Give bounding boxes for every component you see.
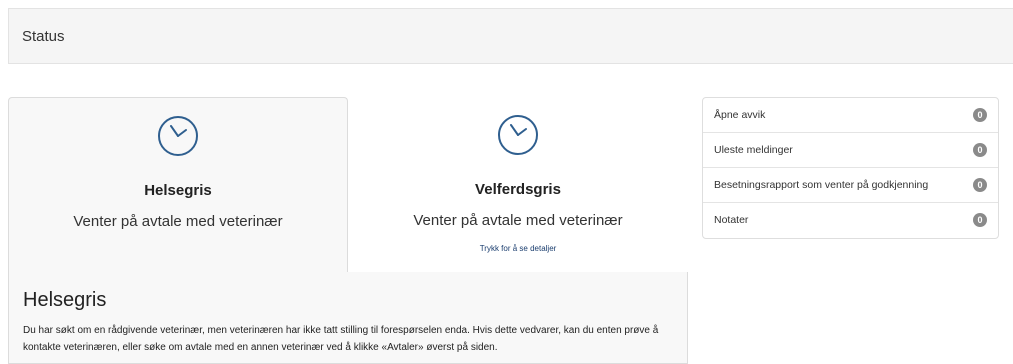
clock-icon	[498, 115, 538, 155]
details-link[interactable]: Trykk for å se detaljer	[348, 244, 688, 253]
count-badge: 0	[973, 143, 987, 157]
tab-velferdsgris[interactable]: Velferdsgris Venter på avtale med veteri…	[348, 97, 688, 273]
list-item-besetningsrapport[interactable]: Besetningsrapport som venter på godkjenn…	[703, 168, 998, 203]
status-title: Status	[22, 28, 65, 45]
tab-helsegris[interactable]: Helsegris Venter på avtale med veterinær	[8, 97, 348, 273]
count-badge: 0	[973, 108, 987, 122]
detail-title: Helsegris	[23, 289, 107, 311]
status-list: Åpne avvik 0 Uleste meldinger 0 Besetnin…	[702, 97, 999, 239]
count-badge: 0	[973, 178, 987, 192]
clock-icon	[158, 116, 198, 156]
tab-helsegris-status: Venter på avtale med veterinær	[73, 213, 283, 230]
tab-velferdsgris-name: Velferdsgris	[475, 181, 561, 198]
count-badge: 0	[973, 213, 987, 227]
detail-text: Du har søkt om en rådgivende veterinær, …	[23, 325, 659, 353]
list-item-notater[interactable]: Notater 0	[703, 203, 998, 238]
list-item-label: Notater	[714, 214, 749, 226]
detail-panel: Helsegris Du har søkt om en rådgivende v…	[8, 272, 688, 364]
list-item-uleste-meldinger[interactable]: Uleste meldinger 0	[703, 133, 998, 168]
tab-helsegris-name: Helsegris	[144, 182, 212, 199]
list-item-label: Åpne avvik	[714, 109, 766, 121]
list-item-label: Besetningsrapport som venter på godkjenn…	[714, 179, 929, 191]
list-item-label: Uleste meldinger	[714, 144, 793, 156]
list-item-apne-avvik[interactable]: Åpne avvik 0	[703, 98, 998, 133]
status-bar: Status	[8, 8, 1013, 64]
tab-velferdsgris-status: Venter på avtale med veterinær	[413, 212, 623, 229]
